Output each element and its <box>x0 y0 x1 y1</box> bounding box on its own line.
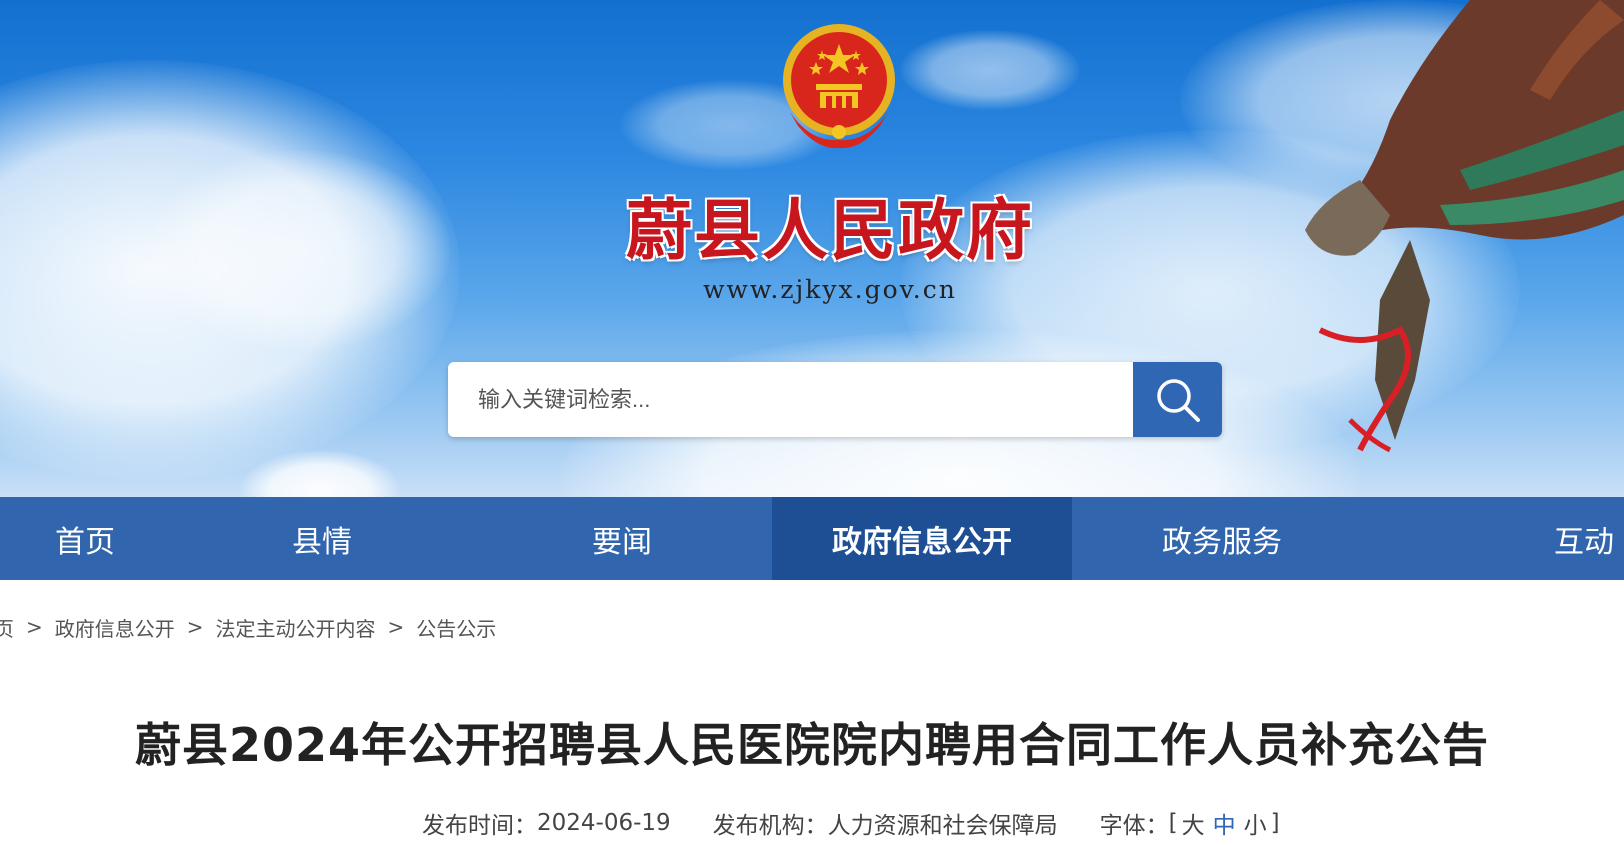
site-title: 蔚县人民政府 <box>626 191 1034 269</box>
search-button[interactable] <box>1133 362 1222 437</box>
cloud <box>150 150 450 350</box>
breadcrumb-separator: > <box>387 615 405 639</box>
font-size-label: 字体： <box>1099 813 1169 839</box>
search-icon <box>1156 378 1200 422</box>
search-box <box>448 362 1222 437</box>
publish-date: 2024-06-19 <box>537 810 671 836</box>
breadcrumb: 页 > 政府信息公开 > 法定主动公开内容 > 公告公示 <box>0 612 496 642</box>
search-input[interactable] <box>448 362 1133 437</box>
publisher: 人力资源和社会保障局 <box>827 813 1058 839</box>
breadcrumb-separator: > <box>26 615 43 639</box>
eaves-decoration-icon <box>1305 0 1624 453</box>
cloud <box>900 30 1080 110</box>
breadcrumb-announcements-link[interactable]: 公告公示 <box>416 613 496 642</box>
header-banner: 蔚县人民政府 www.zjkyx.gov.cn <box>0 0 1624 497</box>
breadcrumb-separator: > <box>186 615 204 639</box>
national-emblem-icon <box>783 24 895 149</box>
main-nav: 首页 县情 要闻 政府信息公开 政务服务 互动 <box>0 497 1624 580</box>
nav-item-home[interactable]: 首页 <box>0 497 172 580</box>
nav-item-news[interactable]: 要闻 <box>472 497 772 580</box>
article-title: 蔚县2024年公开招聘县人民医院院内聘用合同工作人员补充公告 <box>134 718 1490 772</box>
breadcrumb-home-link[interactable]: 页 <box>0 613 14 642</box>
publisher-label: 发布机构： <box>712 813 828 839</box>
font-bracket-open: [ <box>1168 810 1178 836</box>
publish-date-label: 发布时间： <box>422 813 537 839</box>
font-size-small-button[interactable]: 小 <box>1244 806 1267 840</box>
nav-item-county-info[interactable]: 县情 <box>172 497 472 580</box>
article-meta: 发布时间： 2024-06-19 发布机构： 人力资源和社会保障局 字体： [ … <box>422 806 1280 840</box>
font-bracket-close: ] <box>1270 810 1280 836</box>
nav-item-gov-services[interactable]: 政务服务 <box>1072 497 1372 580</box>
nav-item-interaction[interactable]: 互动 <box>1372 497 1624 580</box>
breadcrumb-gov-info-link[interactable]: 政府信息公开 <box>55 613 175 642</box>
breadcrumb-statutory-link[interactable]: 法定主动公开内容 <box>216 613 376 642</box>
site-url: www.zjkyx.gov.cn <box>703 275 957 304</box>
font-size-large-button[interactable]: 大 <box>1182 806 1205 840</box>
nav-item-gov-info-disclosure[interactable]: 政府信息公开 <box>772 497 1072 580</box>
font-size-medium-button[interactable]: 中 <box>1213 806 1236 840</box>
